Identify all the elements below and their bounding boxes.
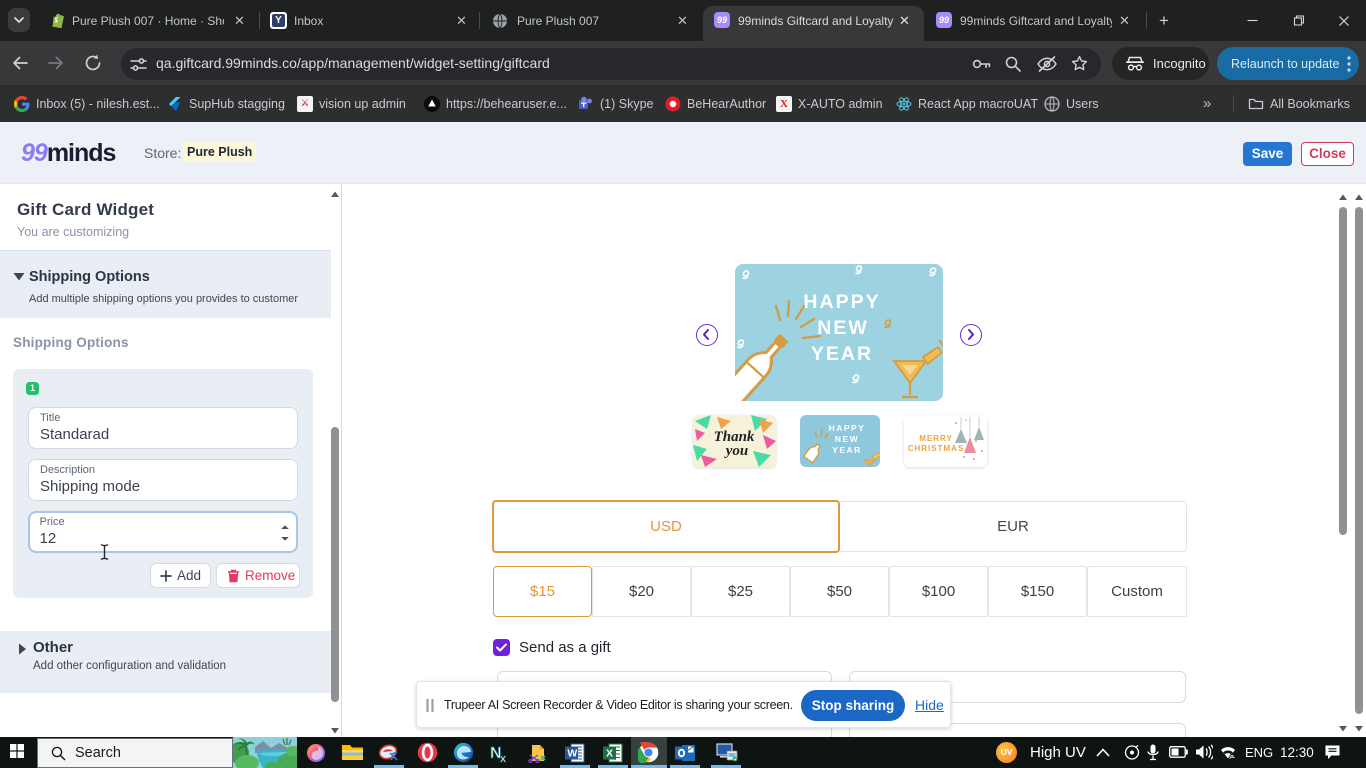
svg-text:HAPPY: HAPPY [829, 423, 866, 433]
svg-text:NEW: NEW [817, 317, 869, 339]
svg-text:x: x [500, 753, 507, 763]
svg-text:YEAR: YEAR [811, 343, 873, 365]
svg-text:HAPPY: HAPPY [803, 291, 880, 313]
svg-text:X: X [606, 748, 613, 760]
svg-text:W: W [567, 748, 577, 760]
svg-text:NEW: NEW [835, 434, 859, 444]
svg-text:CHRISTMAS: CHRISTMAS [908, 444, 965, 453]
svg-text:YEAR: YEAR [832, 445, 862, 455]
svg-text:you: you [724, 443, 749, 459]
svg-text:MERRY: MERRY [919, 434, 953, 443]
